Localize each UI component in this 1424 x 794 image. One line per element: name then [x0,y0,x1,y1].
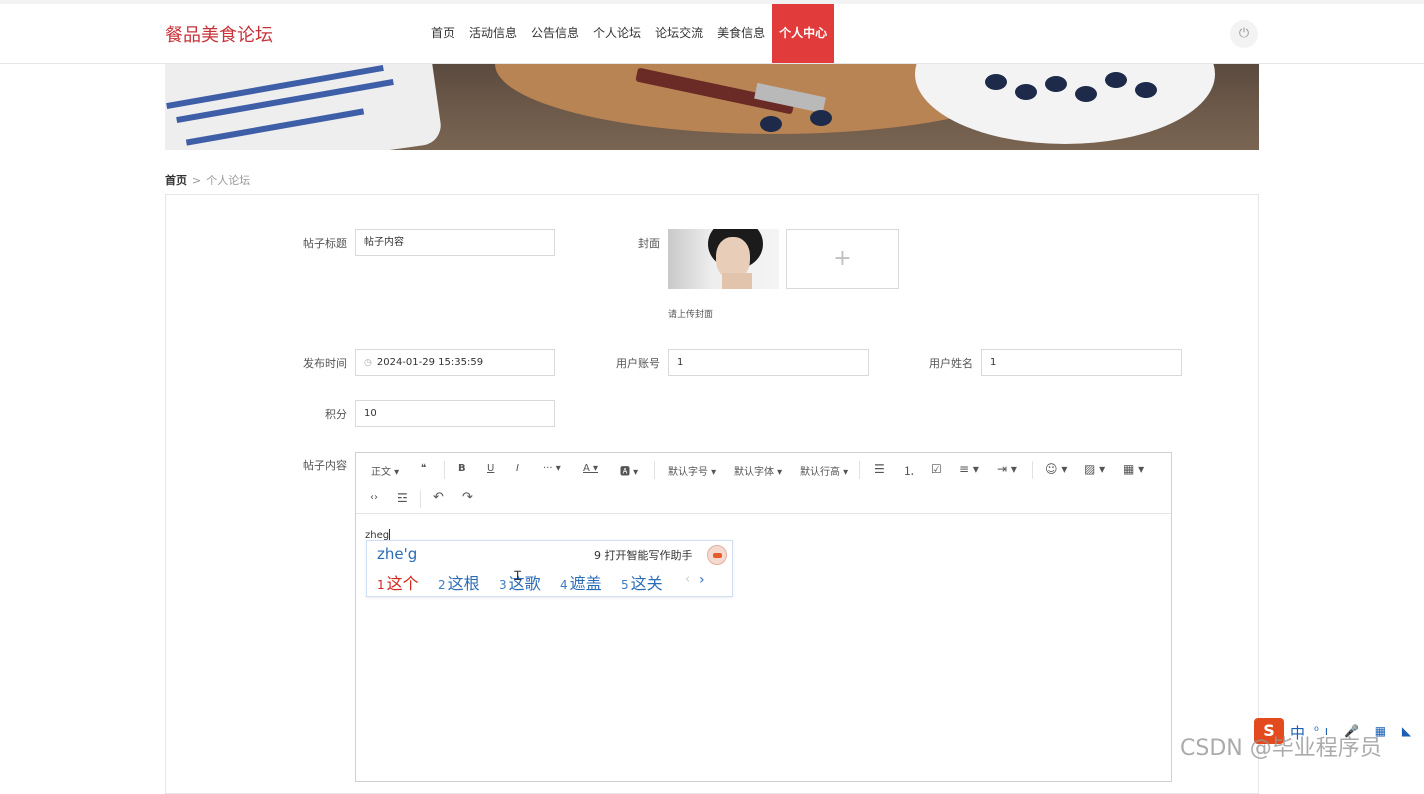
toolbar-divider [859,461,860,479]
title-input[interactable]: 帖子内容 [355,229,555,256]
quote-icon[interactable]: ❝ [421,463,426,474]
banner-berry [760,116,782,132]
banner-berry [1135,82,1157,98]
candidate-text: 这个 [386,574,419,593]
cover-upload-button[interactable]: + [786,229,899,289]
editor-toolbar: 正文 ▾ ❝ B U I ··· ▾ A ▾ 🅰 ▾ 默认字号 ▾ 默认字体 ▾… [356,453,1171,514]
time-value: 2024-01-29 15:35:59 [376,357,484,368]
toolbar-divider [420,490,421,508]
candidate-text: 这关 [630,574,663,593]
nav-personal-forum[interactable]: 个人论坛 [586,4,648,63]
ime-candidate[interactable]: 1 这个 [377,570,419,594]
rich-text-editor: 正文 ▾ ❝ B U I ··· ▾ A ▾ 🅰 ▾ 默认字号 ▾ 默认字体 ▾… [355,452,1172,782]
ime-candidate-window: zhe'g 9 打开智能写作助手 1 这个 2 这根 3 这歌 4 遮盖 5 这关 ‹ › [366,540,733,597]
name-label: 用户姓名 [929,357,973,370]
cover-label: 封面 [638,237,660,250]
paragraph-dropdown[interactable]: 正文 ▾ [371,463,399,478]
toolbar-divider [444,461,445,479]
name-input[interactable]: 1 [981,349,1182,376]
ime-composition: zhe'g [377,545,418,563]
nav-food-info[interactable]: 美食信息 [710,4,772,63]
nav-forum-exchange[interactable]: 论坛交流 [648,4,710,63]
banner-berry [810,110,832,126]
points-input[interactable]: 10 [355,400,555,427]
content-label: 帖子内容 [303,459,347,472]
font-family-dropdown[interactable]: 默认字体 ▾ [734,463,782,478]
ime-candidate[interactable]: 5 这关 [621,570,663,594]
ime-writing-assistant[interactable]: 9 打开智能写作助手 [594,547,693,563]
account-input[interactable]: 1 [668,349,869,376]
ime-candidate[interactable]: 4 遮盖 [560,570,602,594]
ime-next-page-icon[interactable]: › [699,572,705,588]
indent-icon[interactable]: ⇥ ▾ [997,462,1017,476]
time-label: 发布时间 [303,357,347,370]
align-icon[interactable]: ≡ ▾ [959,462,979,476]
account-label: 用户账号 [616,357,660,370]
site-header: 餐品美食论坛 首页 活动信息 公告信息 个人论坛 论坛交流 美食信息 个人中心 … [0,4,1424,64]
candidate-number: 5 [621,578,629,592]
breadcrumb-home[interactable]: 首页 [165,174,187,187]
toolbar-divider [1032,461,1033,479]
font-color-icon[interactable]: A ▾ [583,463,598,474]
site-logo[interactable]: 餐品美食论坛 [165,21,273,47]
breadcrumb-current: 个人论坛 [206,174,251,187]
banner-berry [1015,84,1037,100]
banner-berry [1075,86,1097,102]
title-label: 帖子标题 [303,237,347,250]
candidate-number: 3 [499,578,507,592]
bold-icon[interactable]: B [458,463,466,474]
ime-candidate[interactable]: 2 这根 [438,570,480,594]
redo-icon[interactable]: ↷ [462,490,473,505]
divider-icon[interactable]: ☲ [397,491,408,505]
time-input[interactable]: ◷ 2024-01-29 15:35:59 [355,349,555,376]
nav-personal-center[interactable]: 个人中心 [772,4,835,63]
power-icon[interactable]: ⏻ [1230,20,1258,48]
text-cursor-icon: Ɪ [514,569,522,584]
breadcrumb: 首页 > 个人论坛 [165,172,250,188]
nav-activities[interactable]: 活动信息 [462,4,524,63]
undo-icon[interactable]: ↶ [433,490,444,505]
nav-announcements[interactable]: 公告信息 [524,4,586,63]
ime-prev-page-icon[interactable]: ‹ [685,572,690,587]
emoji-icon[interactable]: ☺ ▾ [1045,462,1067,476]
numbered-list-icon[interactable]: ⒈ [903,462,915,479]
line-height-dropdown[interactable]: 默认行高 ▾ [800,463,848,478]
points-label: 积分 [325,408,347,421]
banner-bowl [915,64,1215,144]
font-size-dropdown[interactable]: 默认字号 ▾ [668,463,716,478]
cover-neck [722,273,752,289]
background-color-icon[interactable]: 🅰 ▾ [620,463,638,478]
candidate-number: 4 [560,578,568,592]
clock-icon: ◷ [364,358,372,368]
watermark: CSDN @毕业程序员 [1180,736,1382,761]
table-icon[interactable]: ▦ ▾ [1123,462,1144,476]
candidate-text: 这根 [447,574,480,593]
banner-berry [1045,76,1067,92]
underline-icon[interactable]: U [487,463,494,474]
banner-berry [1105,72,1127,88]
todo-icon[interactable]: ☑ [931,462,942,476]
candidate-text: 遮盖 [569,574,602,593]
main-nav: 首页 活动信息 公告信息 个人论坛 论坛交流 美食信息 个人中心 [424,4,835,63]
candidate-number: 2 [438,578,446,592]
more-styles-icon[interactable]: ··· ▾ [543,463,561,474]
image-icon[interactable]: ▨ ▾ [1084,462,1105,476]
bullet-list-icon[interactable]: ☰ [874,462,885,476]
ime-assistant-icon[interactable] [707,545,727,565]
banner-image [165,64,1259,150]
italic-icon[interactable]: I [516,463,519,474]
code-icon[interactable]: ‹› [370,492,378,503]
toolbar-divider [654,461,655,479]
cover-hint: 请上传封面 [668,310,714,320]
breadcrumb-separator: > [192,174,202,187]
candidate-number: 1 [377,578,385,592]
nav-home[interactable]: 首页 [424,4,462,63]
banner-berry [985,74,1007,90]
cover-image[interactable] [668,229,779,289]
